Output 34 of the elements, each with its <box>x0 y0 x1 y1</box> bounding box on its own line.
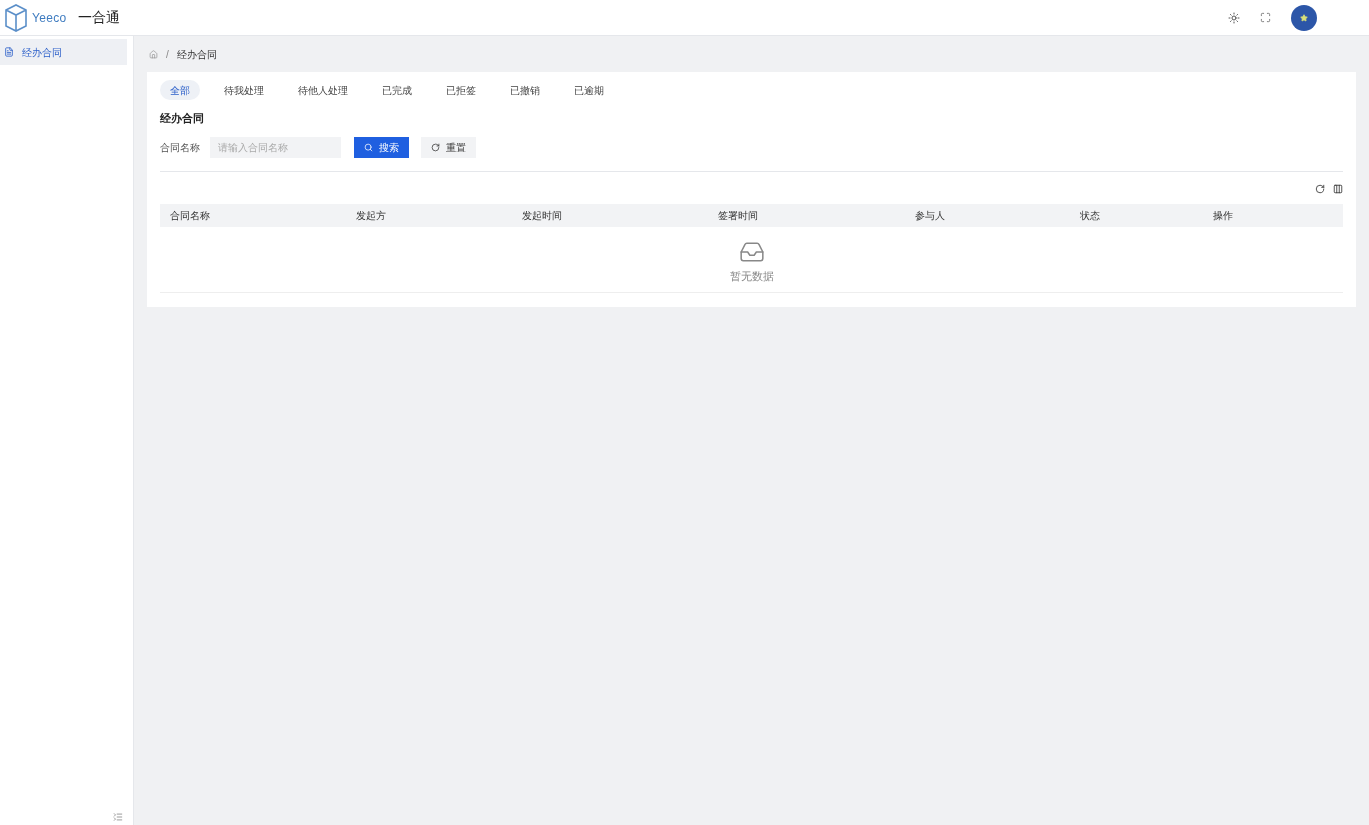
column-header: 发起方 <box>356 208 387 223</box>
status-tab[interactable]: 全部 <box>160 80 200 100</box>
reset-button[interactable]: 重置 <box>421 136 476 158</box>
column-header: 状态 <box>1080 208 1101 223</box>
theme-icon[interactable] <box>1228 11 1240 24</box>
empty-text: 暂无数据 <box>729 268 774 284</box>
avatar[interactable] <box>1291 4 1317 31</box>
status-tab[interactable]: 已逾期 <box>564 80 614 100</box>
column-header: 签署时间 <box>718 208 759 223</box>
contract-name-field[interactable]: 请输入合同名称 <box>210 136 341 158</box>
status-tab[interactable]: 待他人处理 <box>288 80 358 100</box>
sidebar-item[interactable]: 经办合同 <box>0 39 127 65</box>
column-header: 发起时间 <box>522 208 563 223</box>
columns-icon[interactable] <box>1333 183 1343 194</box>
status-tab[interactable]: 待我处理 <box>214 80 274 100</box>
fullscreen-icon[interactable] <box>1260 12 1271 23</box>
breadcrumb-separator: / <box>166 47 169 62</box>
search-icon <box>364 142 373 152</box>
reset-icon <box>431 142 440 152</box>
app-name: 一合通 <box>78 8 121 27</box>
logo-icon <box>4 3 28 32</box>
breadcrumb-item[interactable]: 经办合同 <box>176 46 217 62</box>
status-tab[interactable]: 已撤销 <box>500 80 550 100</box>
logo-text: Yeeco <box>32 9 67 27</box>
field-label: 合同名称 <box>160 140 200 155</box>
status-tab[interactable]: 已完成 <box>372 80 422 100</box>
refresh-icon[interactable] <box>1315 183 1325 194</box>
column-header: 操作 <box>1213 208 1234 223</box>
document-icon <box>4 47 14 57</box>
search-button[interactable]: 搜索 <box>354 136 409 158</box>
status-tab[interactable]: 已拒签 <box>436 80 486 100</box>
section-title: 经办合同 <box>160 111 205 126</box>
column-header: 合同名称 <box>169 208 211 223</box>
column-header: 参与人 <box>915 208 946 223</box>
